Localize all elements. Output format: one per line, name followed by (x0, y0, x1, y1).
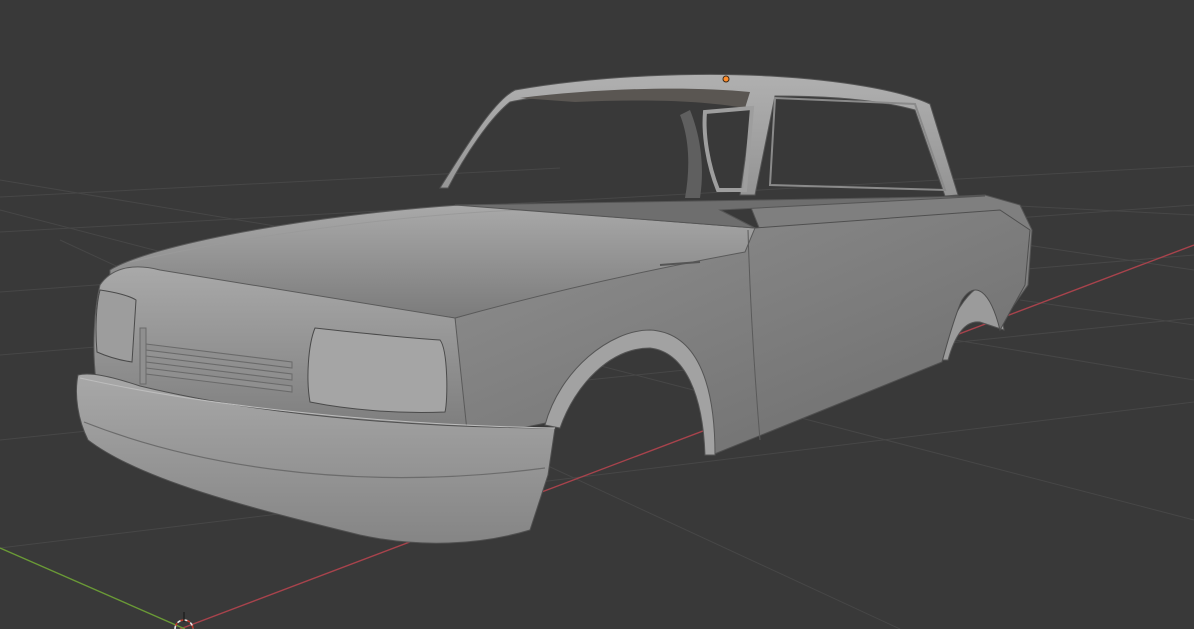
object-origin-icon[interactable] (722, 75, 730, 83)
3d-viewport[interactable] (0, 0, 1194, 629)
